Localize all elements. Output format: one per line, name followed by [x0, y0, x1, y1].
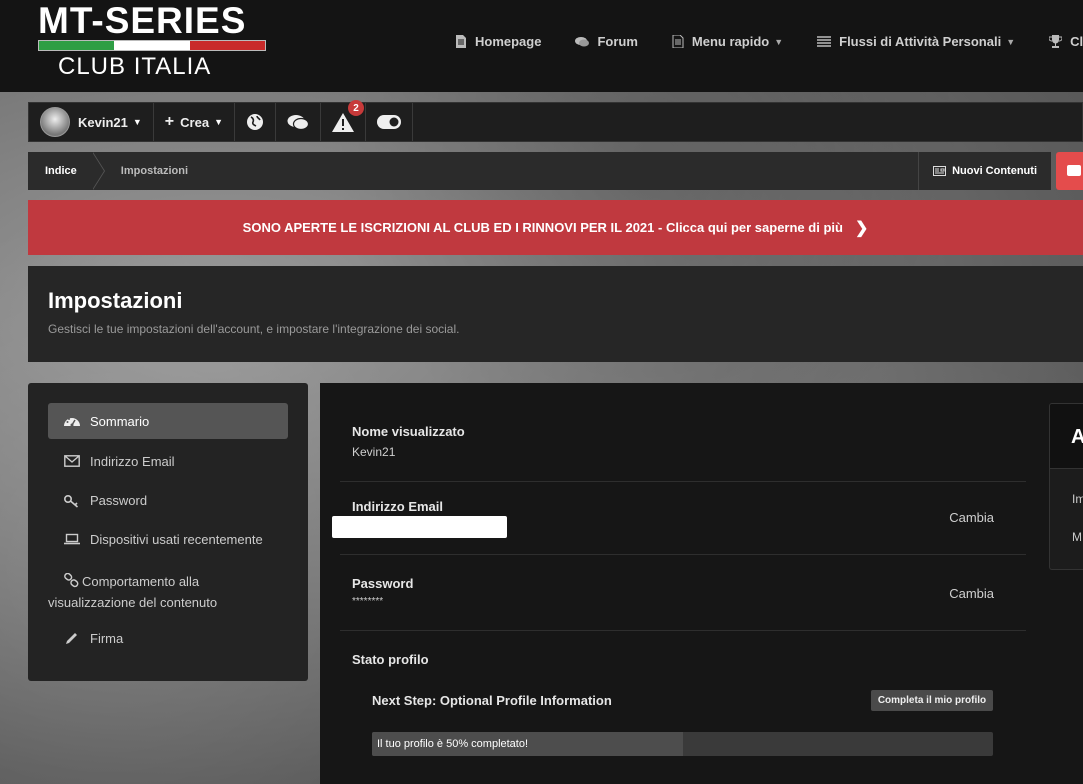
redacted-email [332, 516, 507, 538]
nav-menu-rapido[interactable]: Menu rapido ▼ [672, 34, 783, 49]
nav-classifica[interactable]: Classifi [1049, 34, 1083, 49]
announcement-banner[interactable]: SONO APERTE LE ISCRIZIONI AL CLUB ED I R… [28, 200, 1083, 255]
user-bar: Kevin21 ▼ + Crea ▼ 2 [28, 100, 1083, 142]
site-logo[interactable]: MT-SERIES CLUB ITALIA [38, 0, 266, 84]
youtube-button[interactable] [1056, 152, 1083, 190]
sidebar-item-label: Password [90, 493, 148, 508]
sidebar-item-label: Sommario [90, 413, 150, 429]
globe-button[interactable] [235, 103, 276, 141]
breadcrumb: Indice Impostazioni Nuovi Contenuti [28, 152, 1051, 190]
new-content-label: Nuovi Contenuti [952, 165, 1037, 177]
nav-homepage-label: Homepage [475, 34, 542, 49]
card-title: A [1071, 426, 1083, 449]
document-icon [456, 35, 466, 48]
dashboard-icon [64, 418, 80, 427]
warning-icon [331, 112, 354, 132]
progress-text: Il tuo profilo è 50% completato! [377, 738, 529, 750]
nav-homepage[interactable]: Homepage [455, 34, 541, 49]
nav-classifica-label: Classifi [1070, 34, 1083, 49]
display-name-label: Nome visualizzato [352, 424, 465, 439]
chevron-right-icon: ❯ [854, 219, 869, 237]
logo-title: MT-SERIES [38, 0, 247, 41]
sidebar-item-email[interactable]: Indirizzo Email [48, 454, 288, 469]
sidebar-item-sommario[interactable]: Sommario [48, 403, 288, 439]
email-label: Indirizzo Email [352, 499, 444, 514]
create-label: Crea [180, 114, 210, 130]
plus-icon: + [164, 113, 175, 130]
sidebar-item-password[interactable]: Password [48, 493, 288, 508]
announcement-text: SONO APERTE LE ISCRIZIONI AL CLUB ED I R… [242, 220, 843, 235]
key-icon [64, 495, 79, 508]
chat-icon [287, 114, 309, 130]
chat-icon [575, 36, 590, 46]
sidebar-item-firma[interactable]: Firma [48, 631, 288, 646]
nav-flussi-label: Flussi di Attività Personali [839, 34, 1002, 49]
sidebar-item-label: Dispositivi usati recentemente [90, 532, 263, 547]
sidebar-item-label: Firma [90, 631, 124, 646]
list-icon [817, 35, 832, 47]
new-content-button[interactable]: Nuovi Contenuti [918, 152, 1051, 190]
create-menu[interactable]: + Crea ▼ [154, 103, 235, 141]
logo-subtitle: CLUB ITALIA [58, 53, 212, 80]
right-sidebar-card: A Im M [1049, 403, 1083, 570]
breadcrumb-current: Impostazioni [120, 165, 189, 177]
profile-status-label: Stato profilo [352, 652, 429, 667]
card-line: Im [1072, 492, 1083, 506]
user-menu[interactable]: Kevin21 ▼ [29, 103, 154, 141]
nav-forum[interactable]: Forum [575, 34, 638, 49]
pencil-icon [66, 633, 77, 644]
link-icon [64, 572, 79, 588]
password-row: Password ******** Cambia [340, 555, 1026, 631]
nav-menu-rapido-label: Menu rapido [691, 34, 770, 49]
newspaper-icon [933, 166, 947, 176]
username: Kevin21 [78, 114, 128, 130]
complete-profile-button[interactable]: Completa il mio profilo [871, 690, 993, 711]
email-row: Indirizzo Email Cambia [332, 482, 1026, 555]
password-value: ******** [352, 596, 384, 607]
chevron-down-icon: ▼ [1006, 36, 1016, 47]
notifications-button[interactable]: 2 [321, 100, 366, 141]
theme-toggle[interactable] [366, 103, 413, 141]
breadcrumb-home[interactable]: Indice [28, 152, 94, 190]
notification-badge: 2 [347, 100, 364, 116]
youtube-icon [1067, 165, 1081, 176]
next-step-title: Next Step: Optional Profile Information [372, 693, 612, 708]
chevron-down-icon: ▼ [132, 117, 142, 127]
sidebar-item-label: Indirizzo Email [90, 454, 175, 469]
site-header: MT-SERIES CLUB ITALIA Homepage Forum Men… [0, 0, 1083, 92]
avatar [40, 107, 70, 137]
document-lines-icon [672, 35, 684, 48]
display-name-row: Nome visualizzato Kevin21 [340, 411, 1026, 482]
change-email-link[interactable]: Cambia [949, 510, 994, 525]
messages-button[interactable] [276, 103, 321, 141]
password-label: Password [352, 576, 414, 591]
nav-flussi[interactable]: Flussi di Attività Personali ▼ [817, 34, 1015, 49]
display-name-value: Kevin21 [352, 445, 396, 459]
main-nav: Homepage Forum Menu rapido ▼ Flussi di A… [455, 34, 1083, 49]
page-subtitle: Gestisci le tue impostazioni dell'accoun… [48, 322, 460, 336]
sidebar-item-devices[interactable]: Dispositivi usati recentemente [48, 532, 288, 547]
settings-sidebar: Sommario Indirizzo Email Password Dispos… [28, 383, 308, 681]
settings-overview: Nome visualizzato Kevin21 Indirizzo Emai… [320, 383, 1083, 784]
trophy-icon [1049, 35, 1063, 48]
logo-flag-stripe [38, 40, 266, 51]
laptop-icon [64, 533, 80, 545]
page-header: Impostazioni Gestisci le tue impostazion… [28, 266, 1083, 362]
card-header: A [1050, 404, 1083, 469]
change-password-link[interactable]: Cambia [949, 586, 994, 601]
breadcrumb-separator [91, 152, 105, 190]
nav-forum-label: Forum [597, 34, 638, 49]
toggle-icon [376, 115, 401, 129]
page-title: Impostazioni [48, 288, 183, 313]
chevron-down-icon: ▼ [214, 117, 223, 127]
globe-icon [246, 114, 263, 130]
envelope-icon [64, 455, 80, 467]
sidebar-item-content-behaviour[interactable]: Comportamento alla visualizzazione del c… [48, 571, 278, 613]
card-line: M [1072, 530, 1082, 544]
chevron-down-icon: ▼ [774, 36, 784, 47]
profile-progress-bar: Il tuo profilo è 50% completato! [372, 732, 993, 756]
